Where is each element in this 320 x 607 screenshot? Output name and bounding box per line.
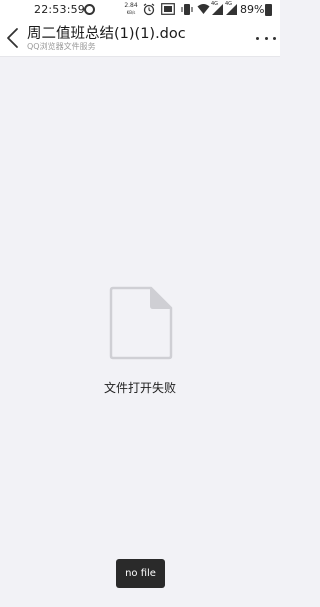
battery-icon [265, 4, 272, 16]
more-dot-icon [264, 36, 268, 40]
document-title: 周二值班总结(1)(1).doc [27, 26, 186, 42]
nfc-icon [161, 3, 175, 15]
wifi-icon [197, 4, 210, 14]
more-dot-icon [273, 36, 276, 40]
status-time: 22:53:59 [34, 3, 86, 16]
status-bar: 22:53:59 2.84 KB/s 4G 4G 89% [0, 0, 280, 20]
error-message: 文件打开失败 [103, 381, 176, 395]
back-button[interactable] [4, 26, 24, 50]
title-bar: 周二值班总结(1)(1).doc QQ浏览器文件服务 [0, 20, 280, 57]
net-speed-value: 2.84 [124, 2, 138, 9]
file-icon [109, 286, 173, 360]
battery-percent: 89% [240, 3, 265, 16]
back-arrow-icon [7, 28, 18, 48]
signal-icon-2 [226, 4, 237, 15]
alarm-icon [143, 3, 155, 16]
net-speed-unit: KB/s [126, 10, 136, 15]
qq-notification-icon [84, 4, 95, 15]
document-subtitle: QQ浏览器文件服务 [27, 42, 96, 51]
toast-message: no file [116, 559, 165, 588]
net-speed: 2.84 KB/s [124, 2, 138, 16]
signal-icon-1 [212, 4, 223, 15]
more-dot-icon [256, 36, 259, 40]
vibrate-icon [181, 4, 193, 15]
more-options-button[interactable] [256, 31, 276, 45]
